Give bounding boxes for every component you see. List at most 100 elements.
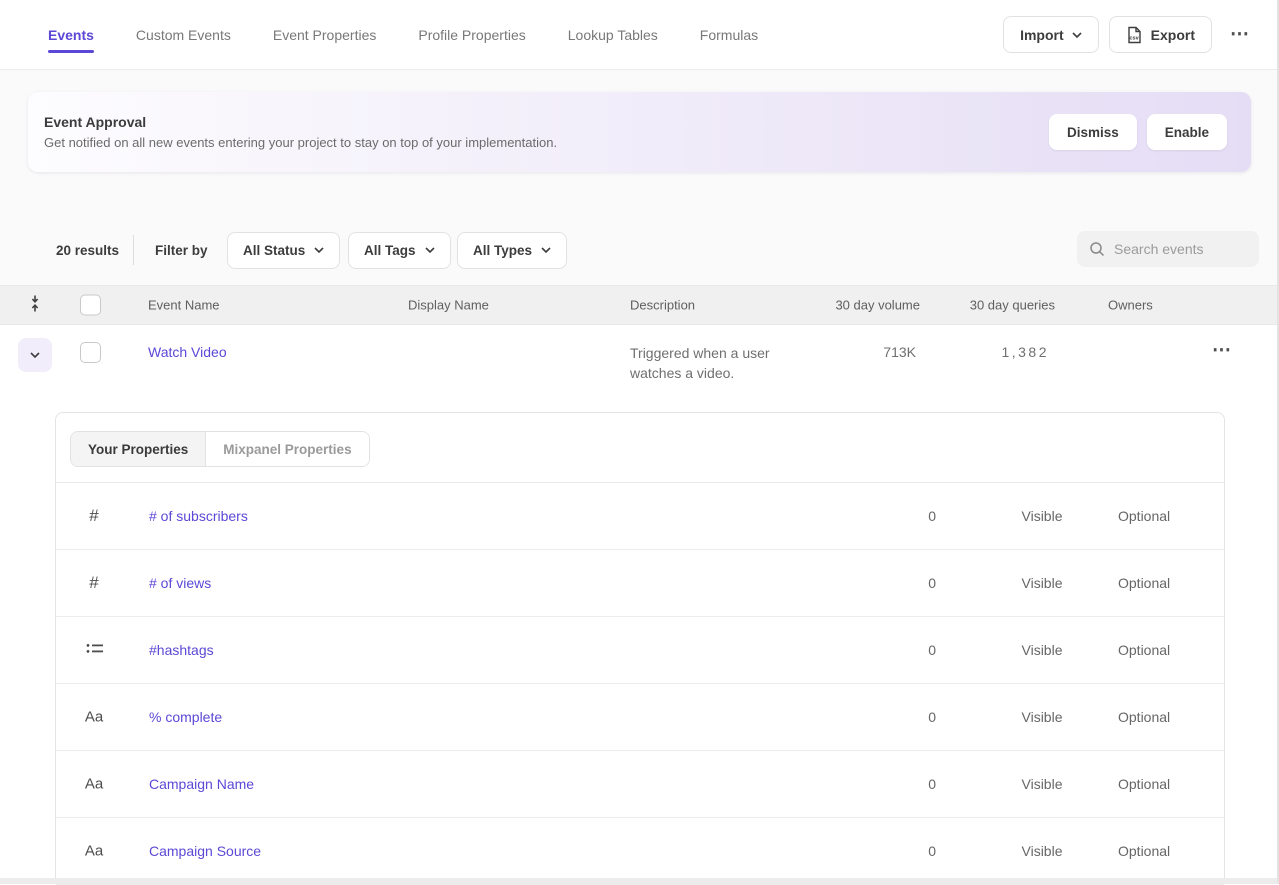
column-queries: 30 day queries: [935, 298, 1055, 313]
column-event-name: Event Name: [148, 298, 220, 313]
nav-tab-label: Formulas: [700, 27, 758, 43]
nav-tab-label: Event Properties: [273, 27, 377, 43]
nav-tab-events[interactable]: Events: [48, 0, 94, 69]
more-menu-button[interactable]: ⋯: [1222, 25, 1257, 44]
event-approval-banner: Event Approval Get notified on all new e…: [28, 92, 1251, 172]
property-name-link[interactable]: # of views: [149, 575, 211, 591]
event-name-link[interactable]: Watch Video: [148, 344, 227, 360]
table-row: Watch Video Triggered when a user watche…: [0, 326, 1279, 402]
property-visibility[interactable]: Visible: [1007, 575, 1077, 591]
properties-tabs: Your Properties Mixpanel Properties: [70, 431, 370, 467]
property-volume: 0: [856, 709, 936, 725]
search-icon: [1089, 241, 1105, 257]
event-description: Triggered when a user watches a video.: [630, 343, 792, 383]
tags-filter-dropdown[interactable]: All Tags: [348, 232, 451, 269]
property-visibility[interactable]: Visible: [1007, 508, 1077, 524]
nav-tab-label: Events: [48, 27, 94, 43]
column-owners: Owners: [1108, 298, 1153, 313]
search-box[interactable]: [1077, 231, 1259, 267]
property-row: #hashtags 0 Visible Optional: [56, 617, 1224, 684]
event-queries: 1,382: [935, 344, 1049, 360]
text-type-icon: Aa: [83, 709, 105, 726]
row-more-menu-button[interactable]: ⋯: [1212, 339, 1231, 362]
nav-tab-lookup-tables[interactable]: Lookup Tables: [568, 0, 658, 69]
property-volume: 0: [856, 776, 936, 792]
property-visibility[interactable]: Visible: [1007, 709, 1077, 725]
column-volume: 30 day volume: [790, 298, 920, 313]
dismiss-button[interactable]: Dismiss: [1049, 114, 1137, 150]
nav-actions: Import csv Export ⋯: [1003, 16, 1257, 53]
property-requirement[interactable]: Optional: [1118, 575, 1170, 591]
nav-tab-formulas[interactable]: Formulas: [700, 0, 758, 69]
filter-toolbar: 20 results Filter by All Status All Tags…: [0, 231, 1279, 269]
property-volume: 0: [856, 843, 936, 859]
property-name-link[interactable]: % complete: [149, 709, 222, 725]
filter-by-label: Filter by: [155, 243, 208, 258]
property-name-link[interactable]: # of subscribers: [149, 508, 248, 524]
chevron-down-icon: [314, 247, 324, 253]
property-requirement[interactable]: Optional: [1118, 642, 1170, 658]
property-volume: 0: [856, 575, 936, 591]
property-name-link[interactable]: Campaign Name: [149, 776, 254, 792]
property-name-link[interactable]: Campaign Source: [149, 843, 261, 859]
import-label: Import: [1020, 27, 1064, 43]
number-type-icon: #: [83, 573, 105, 593]
properties-panel: Your Properties Mixpanel Properties # # …: [55, 412, 1225, 884]
property-requirement[interactable]: Optional: [1118, 508, 1170, 524]
nav-tab-label: Lookup Tables: [568, 27, 658, 43]
svg-text:csv: csv: [1129, 35, 1139, 41]
nav-tab-event-properties[interactable]: Event Properties: [273, 0, 377, 69]
property-row: Aa Campaign Source 0 Visible Optional: [56, 818, 1224, 885]
nav-tab-label: Profile Properties: [418, 27, 525, 43]
list-type-icon: [84, 642, 106, 658]
banner-actions: Dismiss Enable: [1049, 114, 1227, 150]
expand-row-button[interactable]: [18, 338, 52, 372]
bottom-edge: [0, 878, 1279, 884]
property-visibility[interactable]: Visible: [1007, 843, 1077, 859]
property-name-link[interactable]: #hashtags: [149, 642, 214, 658]
banner-text: Event Approval Get notified on all new e…: [44, 114, 557, 150]
property-requirement[interactable]: Optional: [1118, 709, 1170, 725]
event-volume: 713K: [790, 344, 916, 360]
property-volume: 0: [856, 508, 936, 524]
nav-tabs: Events Custom Events Event Properties Pr…: [48, 0, 758, 69]
property-requirement[interactable]: Optional: [1118, 843, 1170, 859]
property-volume: 0: [856, 642, 936, 658]
types-filter-dropdown[interactable]: All Types: [457, 232, 567, 269]
divider: [133, 235, 134, 265]
enable-button[interactable]: Enable: [1147, 114, 1227, 150]
export-label: Export: [1151, 27, 1195, 43]
nav-tab-profile-properties[interactable]: Profile Properties: [418, 0, 525, 69]
search-input[interactable]: [1114, 241, 1244, 257]
chevron-down-icon: [541, 247, 551, 253]
import-button[interactable]: Import: [1003, 16, 1099, 53]
property-requirement[interactable]: Optional: [1118, 776, 1170, 792]
chevron-down-icon: [30, 352, 40, 358]
chevron-down-icon: [425, 247, 435, 253]
nav-tab-custom-events[interactable]: Custom Events: [136, 0, 231, 69]
tab-your-properties[interactable]: Your Properties: [71, 432, 206, 466]
banner-title: Event Approval: [44, 114, 557, 130]
banner-description: Get notified on all new events entering …: [44, 135, 557, 150]
table-header: Event Name Display Name Description 30 d…: [0, 285, 1279, 325]
property-row: # # of subscribers 0 Visible Optional: [56, 483, 1224, 550]
collapse-all-icon[interactable]: [27, 295, 43, 315]
status-filter-dropdown[interactable]: All Status: [227, 232, 340, 269]
number-type-icon: #: [83, 506, 105, 526]
text-type-icon: Aa: [83, 776, 105, 793]
property-visibility[interactable]: Visible: [1007, 642, 1077, 658]
csv-file-icon: csv: [1126, 26, 1143, 44]
export-button[interactable]: csv Export: [1109, 16, 1212, 53]
select-all-checkbox[interactable]: [80, 295, 101, 316]
property-row: Aa % complete 0 Visible Optional: [56, 684, 1224, 751]
property-row: Aa Campaign Name 0 Visible Optional: [56, 751, 1224, 818]
column-description: Description: [630, 298, 695, 313]
property-rows: # # of subscribers 0 Visible Optional # …: [56, 483, 1224, 885]
chevron-down-icon: [1072, 32, 1082, 38]
property-visibility[interactable]: Visible: [1007, 776, 1077, 792]
results-count: 20 results: [56, 243, 119, 258]
text-type-icon: Aa: [83, 843, 105, 860]
row-checkbox[interactable]: [80, 342, 101, 363]
tab-mixpanel-properties[interactable]: Mixpanel Properties: [206, 432, 368, 466]
property-row: # # of views 0 Visible Optional: [56, 550, 1224, 617]
